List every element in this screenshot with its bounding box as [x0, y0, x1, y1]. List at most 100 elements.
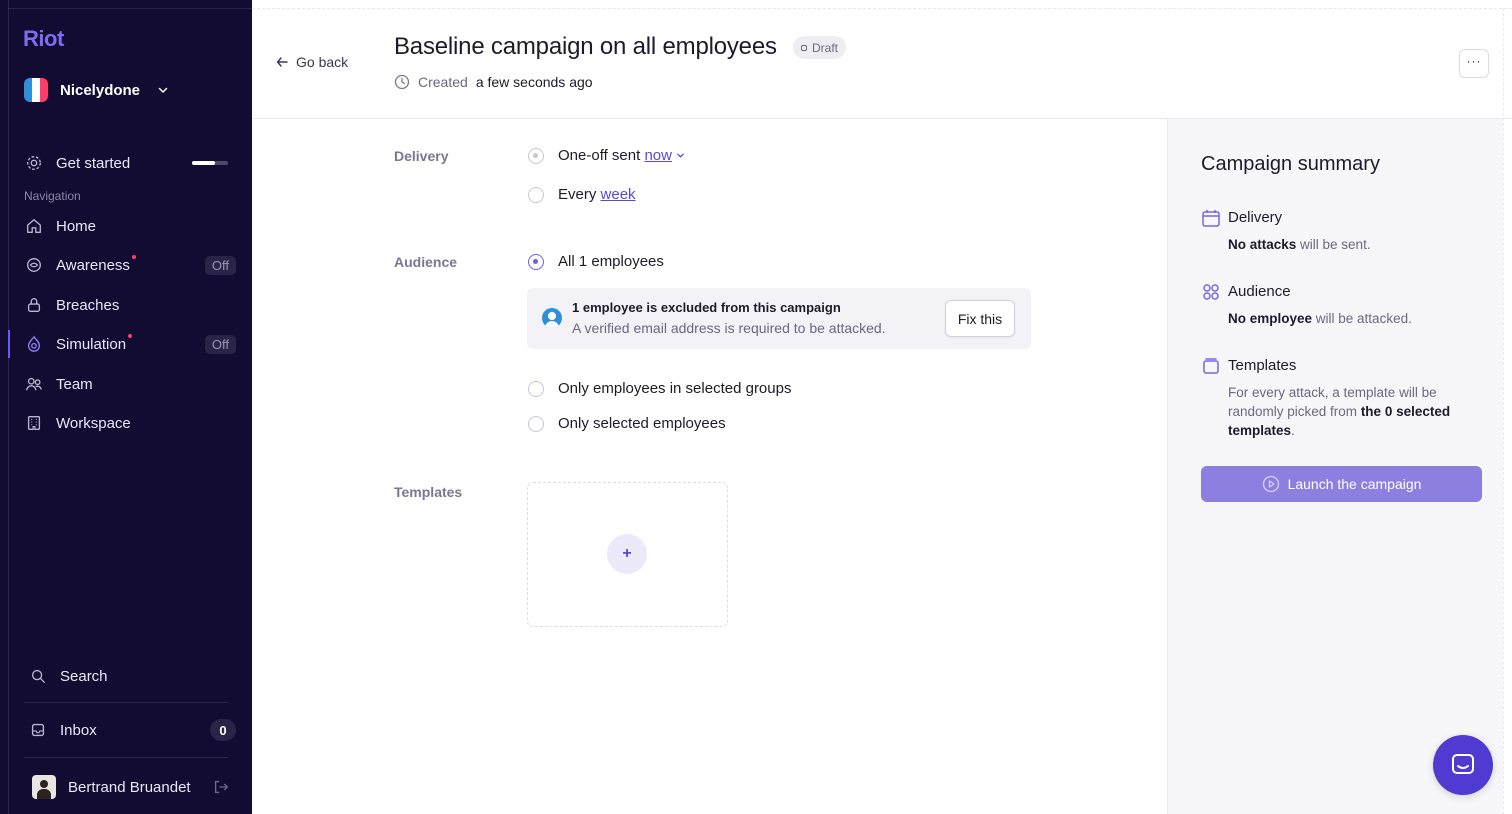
inbox-icon	[28, 720, 48, 740]
add-template-button[interactable]: +	[607, 534, 647, 574]
go-back-link[interactable]: Go back	[276, 54, 348, 70]
status-badge: Off	[204, 334, 236, 354]
summary-audience-bold: No employee	[1228, 311, 1313, 326]
sidebar-item-get-started[interactable]: Get started	[24, 149, 236, 177]
chevron-down-icon[interactable]	[676, 151, 685, 160]
audience-label: Audience	[394, 254, 458, 270]
sidebar-item-label: Inbox	[60, 721, 97, 739]
template-dropzone[interactable]: +	[527, 482, 728, 627]
clock-icon	[394, 74, 410, 90]
fix-this-button[interactable]: Fix this	[945, 300, 1015, 337]
status-badge: Draft	[793, 36, 847, 59]
summary-templates-end: .	[1291, 423, 1295, 438]
sidebar-item-label: Workspace	[56, 414, 131, 432]
summary-delivery-rest: will be sent.	[1296, 237, 1371, 252]
nav-section-label: Navigation	[24, 189, 81, 203]
delivery-option-recurring[interactable]: Every week	[528, 186, 636, 203]
excluded-employee-notice: 1 employee is excluded from this campaig…	[527, 288, 1031, 349]
search-label: Search	[60, 667, 108, 685]
delivery-frequency-link[interactable]: week	[601, 186, 636, 203]
radio-one-off[interactable]	[528, 147, 544, 164]
gear-icon	[24, 153, 44, 173]
sidebar: Riot Nicelydone Get started Navigation H…	[0, 0, 252, 814]
user-name: Bertrand Bruandet	[68, 778, 191, 796]
go-back-label: Go back	[296, 54, 349, 70]
inbox-count-badge: 0	[210, 719, 236, 741]
progress-fill	[192, 161, 216, 165]
radio-selected-groups[interactable]	[528, 380, 544, 397]
chat-launcher-button[interactable]	[1433, 735, 1493, 795]
logout-icon[interactable]	[212, 778, 230, 796]
awareness-icon	[24, 255, 44, 275]
user-icon	[542, 308, 562, 328]
sidebar-item-awareness[interactable]: Awareness Off	[24, 251, 236, 279]
chat-icon	[1452, 754, 1474, 774]
sidebar-item-inbox[interactable]: Inbox 0	[28, 716, 236, 744]
launch-campaign-button[interactable]: Launch the campaign	[1201, 466, 1482, 502]
sidebar-item-label: Get started	[56, 154, 131, 172]
created-time: a few seconds ago	[475, 74, 593, 90]
delivery-one-off-label: One-off sent now	[558, 147, 672, 164]
created-info: Created a few seconds ago	[394, 74, 593, 90]
user-profile[interactable]: Bertrand Bruandet	[32, 774, 230, 800]
sidebar-divider	[24, 757, 228, 758]
notification-dot	[131, 255, 136, 259]
sidebar-search[interactable]: Search	[28, 662, 240, 690]
summary-audience-heading: Audience	[1228, 283, 1291, 300]
sidebar-item-breaches[interactable]: Breaches	[24, 291, 236, 319]
more-options-button[interactable]: ···	[1459, 49, 1489, 78]
delivery-time-link[interactable]: now	[644, 147, 672, 164]
summary-audience-rest: will be attacked.	[1312, 311, 1412, 326]
sidebar-item-simulation[interactable]: Simulation Off	[24, 330, 236, 358]
summary-templates-heading: Templates	[1228, 357, 1297, 374]
more-icon: ···	[1466, 53, 1482, 68]
app-logo[interactable]: Riot	[23, 26, 64, 52]
notice-text: A verified email address is required to …	[572, 320, 886, 336]
home-icon	[24, 216, 44, 236]
delivery-option-one-off[interactable]: One-off sent now	[528, 147, 685, 164]
every-text: Every	[558, 186, 597, 203]
templates-label: Templates	[394, 484, 463, 500]
building-icon	[24, 413, 44, 433]
page-title: Baseline campaign on all employees	[394, 33, 777, 60]
audience-groups-label: Only employees in selected groups	[558, 380, 792, 397]
radio-recurring[interactable]	[528, 186, 544, 203]
campaign-summary-panel: Campaign summary Delivery No attacks wil…	[1167, 119, 1503, 814]
delivery-label: Delivery	[394, 148, 449, 164]
audience-selected-label: Only selected employees	[558, 415, 726, 432]
notice-title: 1 employee is excluded from this campaig…	[572, 300, 841, 315]
org-name: Nicelydone	[60, 81, 141, 99]
summary-title: Campaign summary	[1201, 153, 1380, 175]
summary-delivery-bold: No attacks	[1228, 237, 1297, 252]
radio-all-employees[interactable]	[528, 253, 544, 270]
org-switcher[interactable]: Nicelydone	[24, 78, 168, 102]
calendar-icon	[1202, 210, 1220, 227]
sidebar-item-team[interactable]: Team	[24, 370, 236, 398]
audience-option-all[interactable]: All 1 employees	[528, 253, 664, 270]
avatar	[32, 775, 56, 799]
play-icon	[1262, 475, 1279, 493]
chevron-down-icon	[158, 87, 168, 94]
delivery-recurring-label: Every week	[558, 186, 636, 203]
audience-all-label: All 1 employees	[558, 253, 664, 270]
sidebar-item-workspace[interactable]: Workspace	[24, 409, 236, 437]
sidebar-edge	[8, 0, 9, 814]
get-started-progress	[192, 161, 228, 165]
audience-option-selected[interactable]: Only selected employees	[528, 415, 726, 432]
status-label: Draft	[812, 40, 839, 55]
sidebar-item-label: Awareness	[56, 256, 130, 274]
status-badge: Off	[204, 255, 236, 275]
sidebar-item-home[interactable]: Home	[24, 212, 236, 240]
top-border	[252, 8, 1512, 9]
radio-selected-employees[interactable]	[528, 415, 544, 432]
search-icon	[28, 666, 48, 686]
sidebar-item-label: Breaches	[56, 296, 120, 314]
arrow-left-icon	[276, 57, 288, 67]
lock-icon	[24, 295, 44, 315]
summary-delivery-text: No attacks will be sent.	[1228, 235, 1483, 254]
audience-option-groups[interactable]: Only employees in selected groups	[528, 380, 791, 397]
org-avatar	[24, 78, 48, 102]
team-icon	[24, 374, 44, 394]
notification-dot	[128, 334, 133, 338]
active-indicator	[8, 330, 10, 358]
